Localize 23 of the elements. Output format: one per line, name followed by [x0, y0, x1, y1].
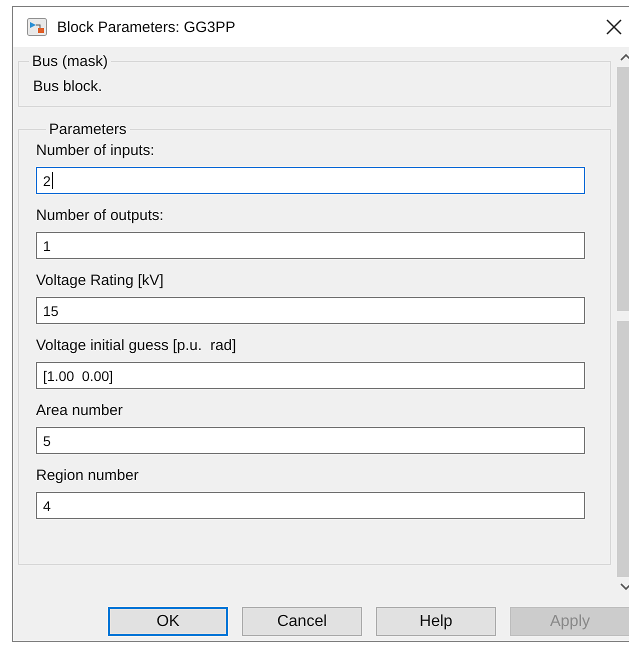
- field-label: Number of inputs:: [36, 142, 156, 159]
- field-label: Area number: [36, 402, 124, 419]
- input-field[interactable]: 1: [36, 232, 585, 259]
- close-icon[interactable]: [606, 19, 622, 35]
- input-field[interactable]: 4: [36, 492, 585, 519]
- dialog-button[interactable]: Help: [376, 607, 496, 636]
- description-text: Bus block.: [32, 77, 104, 95]
- field-label: Voltage Rating [kV]: [36, 272, 165, 289]
- input-field[interactable]: 2: [36, 167, 585, 194]
- dialog-button[interactable]: OK: [108, 607, 228, 636]
- input-field[interactable]: 5: [36, 427, 585, 454]
- field-label: Voltage initial guess [p.u. rad]: [36, 337, 238, 354]
- group-title: Bus (mask): [31, 53, 109, 70]
- dialog-button[interactable]: Cancel: [242, 607, 362, 636]
- field-label: Number of outputs:: [36, 207, 165, 224]
- field-label: Region number: [36, 467, 140, 484]
- window-title: Block Parameters: GG3PP: [57, 18, 236, 36]
- scroll-down-icon[interactable]: [620, 583, 629, 591]
- input-field[interactable]: [1.00 0.00]: [36, 362, 585, 389]
- app-icon: [27, 18, 47, 36]
- input-field[interactable]: 15: [36, 297, 585, 324]
- scroll-up-icon[interactable]: [620, 53, 629, 61]
- group-title: Parameters: [48, 121, 128, 138]
